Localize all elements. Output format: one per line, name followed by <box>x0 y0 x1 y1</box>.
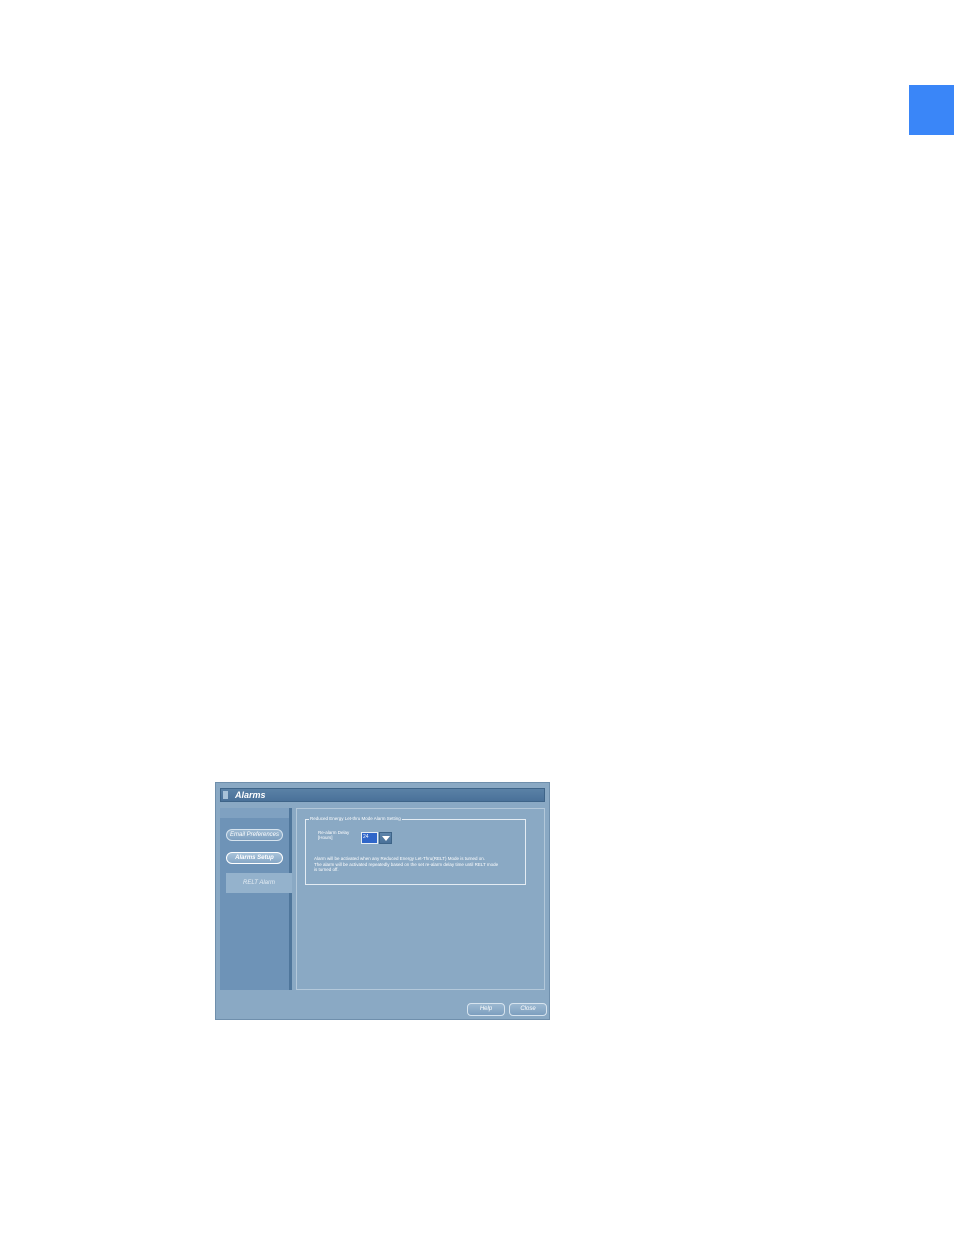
realarm-delay-value[interactable]: 24 <box>361 832 378 844</box>
sidebar-item-alarms-setup[interactable]: Alarms Setup <box>226 852 283 864</box>
sidebar-item-email-preferences[interactable]: Email Preferences <box>226 829 283 841</box>
group-title: Reduced Energy Let-thru Mode Alarm Setti… <box>309 815 402 823</box>
sidebar-subitem-relt-alarm[interactable]: RELT Alarm <box>226 873 292 893</box>
relt-alarm-group: Reduced Energy Let-thru Mode Alarm Setti… <box>305 815 526 885</box>
alarm-note: Alarm will be activated when any Reduced… <box>314 856 524 873</box>
sidebar: Email Preferences Alarms Setup RELT Alar… <box>220 808 292 990</box>
sidebar-header <box>220 808 289 818</box>
alarm-note-line3: is turned off. <box>314 867 339 872</box>
document-page: Alarms Email Preferences Alarms Setup RE… <box>0 0 954 1235</box>
chevron-down-icon[interactable] <box>379 832 392 844</box>
alarms-window: Alarms Email Preferences Alarms Setup RE… <box>215 782 550 1020</box>
title-accent-icon <box>223 791 228 799</box>
realarm-delay-label: Re-alarm Delay [Hours] <box>318 830 349 840</box>
window-titlebar: Alarms <box>220 788 545 802</box>
close-button[interactable]: Close <box>509 1003 547 1016</box>
window-title: Alarms <box>235 790 266 800</box>
alarm-note-line2: The alarm will be activated repeatedly b… <box>314 861 499 867</box>
help-button[interactable]: Help <box>467 1003 505 1016</box>
content-panel: Reduced Energy Let-thru Mode Alarm Setti… <box>296 808 545 990</box>
realarm-delay-label-line2: [Hours] <box>318 835 333 840</box>
realarm-delay-select[interactable]: 24 <box>361 832 393 844</box>
chapter-tab-marker <box>909 85 954 135</box>
